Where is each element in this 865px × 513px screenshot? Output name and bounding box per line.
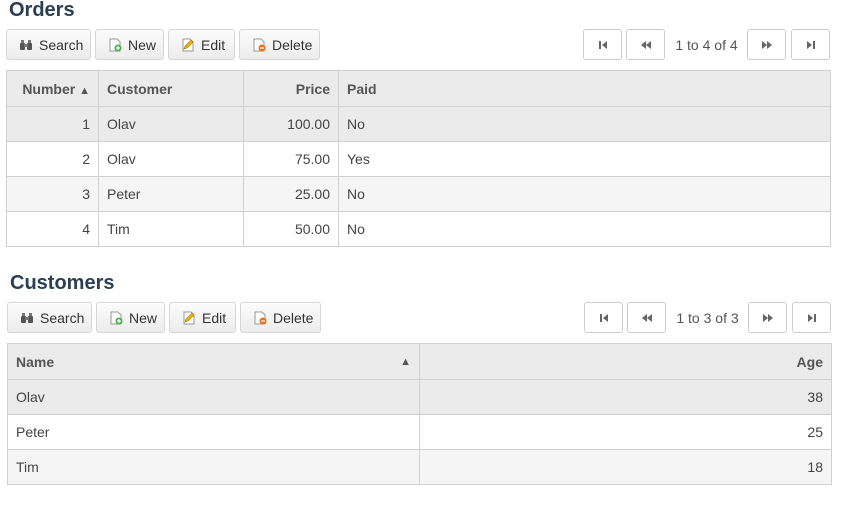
first-page-icon [596,38,610,52]
customers-delete-label: Delete [273,309,314,326]
customers-table: Name ▲ Age Olav 38 Peter 25 Tim 18 [7,343,832,485]
column-header-paid[interactable]: Paid [338,70,831,107]
cell-customer: Olav [98,106,244,142]
cell-paid: No [338,176,831,212]
cell-price: 50.00 [243,211,339,247]
delete-document-icon [252,38,266,52]
customers-title: Customers [10,272,115,294]
column-header-customer[interactable]: Customer [98,70,244,107]
pencil-icon [182,311,196,325]
orders-last-page-button[interactable] [791,29,830,60]
delete-document-icon [253,311,267,325]
customers-last-page-button[interactable] [792,302,831,333]
customers-new-label: New [129,309,158,326]
orders-delete-label: Delete [272,36,313,53]
cell-number: 2 [6,141,99,177]
sort-ascending-icon: ▲ [400,355,411,368]
orders-title: Orders [9,0,75,21]
customers-search-label: Search [40,309,85,326]
column-header-name-label: Name [16,353,55,370]
customers-first-page-button[interactable] [584,302,623,333]
orders-pager-info: 1 to 4 of 4 [675,37,738,53]
cell-number: 3 [6,176,99,212]
orders-table: Number ▲ Customer Price Paid 1 Olav 100.… [6,70,831,247]
customers-next-page-button[interactable] [748,302,787,333]
orders-next-page-button[interactable] [747,29,786,60]
table-row[interactable]: 2 Olav 75.00 Yes [6,141,831,177]
cell-price: 25.00 [243,176,339,212]
customers-new-button[interactable]: New [96,302,165,333]
cell-price: 75.00 [243,141,339,177]
cell-paid: No [338,211,831,247]
next-page-icon [760,38,774,52]
pencil-icon [181,38,195,52]
cell-price: 100.00 [243,106,339,142]
orders-header-row: Number ▲ Customer Price Paid [6,70,831,107]
customers-prev-page-button[interactable] [627,302,666,333]
orders-search-button[interactable]: Search [6,29,91,60]
cell-name: Peter [7,414,420,450]
table-row[interactable]: Tim 18 [7,449,832,485]
table-row[interactable]: Olav 38 [7,379,832,415]
cell-paid: No [338,106,831,142]
customers-search-button[interactable]: Search [7,302,92,333]
column-header-price[interactable]: Price [243,70,339,107]
previous-page-icon [640,311,654,325]
cell-paid: Yes [338,141,831,177]
last-page-icon [804,38,818,52]
orders-search-label: Search [39,36,84,53]
column-header-name[interactable]: Name ▲ [7,343,420,380]
cell-customer: Tim [98,211,244,247]
customers-header-row: Name ▲ Age [7,343,832,380]
first-page-icon [597,311,611,325]
orders-new-button[interactable]: New [95,29,164,60]
next-page-icon [761,311,775,325]
customers-edit-label: Edit [202,309,227,326]
table-row[interactable]: 1 Olav 100.00 No [6,106,831,142]
cell-number: 1 [6,106,99,142]
cell-name: Tim [7,449,420,485]
binoculars-icon [19,38,33,52]
cell-number: 4 [6,211,99,247]
cell-age: 25 [419,414,832,450]
binoculars-icon [20,311,34,325]
column-header-age[interactable]: Age [419,343,832,380]
orders-delete-button[interactable]: Delete [239,29,320,60]
last-page-icon [805,311,819,325]
table-row[interactable]: Peter 25 [7,414,832,450]
cell-customer: Olav [98,141,244,177]
table-row[interactable]: 4 Tim 50.00 No [6,211,831,247]
orders-edit-label: Edit [201,36,226,53]
column-header-number[interactable]: Number ▲ [6,70,99,107]
customers-pager-info: 1 to 3 of 3 [676,310,739,326]
sort-ascending-icon: ▲ [79,84,90,97]
cell-age: 38 [419,379,832,415]
customers-edit-button[interactable]: Edit [169,302,236,333]
cell-age: 18 [419,449,832,485]
customers-delete-button[interactable]: Delete [240,302,321,333]
cell-name: Olav [7,379,420,415]
table-row[interactable]: 3 Peter 25.00 No [6,176,831,212]
column-header-number-label: Number [22,80,76,97]
new-document-icon [109,311,123,325]
previous-page-icon [639,38,653,52]
new-document-icon [108,38,122,52]
cell-customer: Peter [98,176,244,212]
orders-new-label: New [128,36,157,53]
orders-prev-page-button[interactable] [626,29,665,60]
orders-edit-button[interactable]: Edit [168,29,235,60]
orders-first-page-button[interactable] [583,29,622,60]
